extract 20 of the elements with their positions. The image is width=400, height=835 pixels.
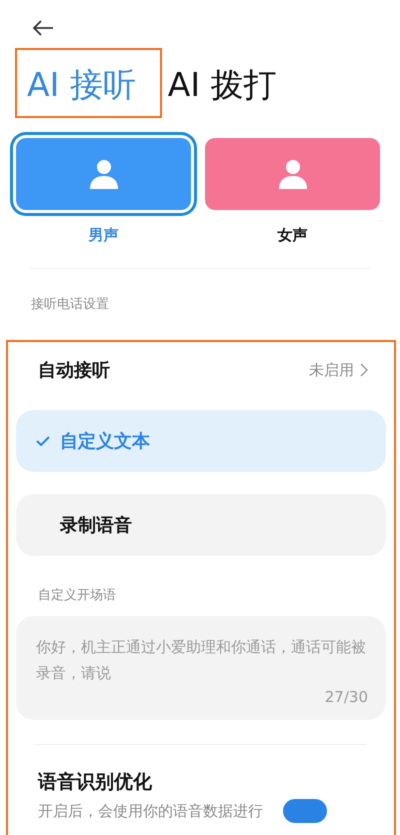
toggle-switch[interactable] (283, 799, 327, 823)
option-card[interactable]: 录制语音 (16, 494, 386, 556)
row-value: 未启用 (309, 360, 354, 380)
check-icon (36, 436, 50, 446)
voice-label: 女声 (278, 226, 308, 245)
back-icon[interactable] (32, 20, 54, 36)
setting-title: 语音识别优化 (38, 770, 153, 795)
row-label: 自动接听 (38, 359, 111, 382)
auto-answer-row[interactable]: 自动接听 未启用 (16, 342, 386, 382)
tab[interactable]: AI 接听 (27, 63, 136, 108)
person-icon (278, 158, 308, 190)
voice-label: 男声 (88, 226, 118, 245)
tab[interactable]: AI 拨打 (168, 63, 277, 108)
field-label: 自定义开场语 (38, 587, 117, 604)
section-label: 接听电话设置 (31, 296, 110, 313)
voice-card[interactable] (16, 138, 191, 210)
chevron-icon (360, 363, 368, 377)
person-icon (88, 158, 118, 190)
setting-description: 开启后，会使用你的语音数据进行 (38, 802, 263, 820)
voice-card[interactable] (205, 138, 380, 210)
